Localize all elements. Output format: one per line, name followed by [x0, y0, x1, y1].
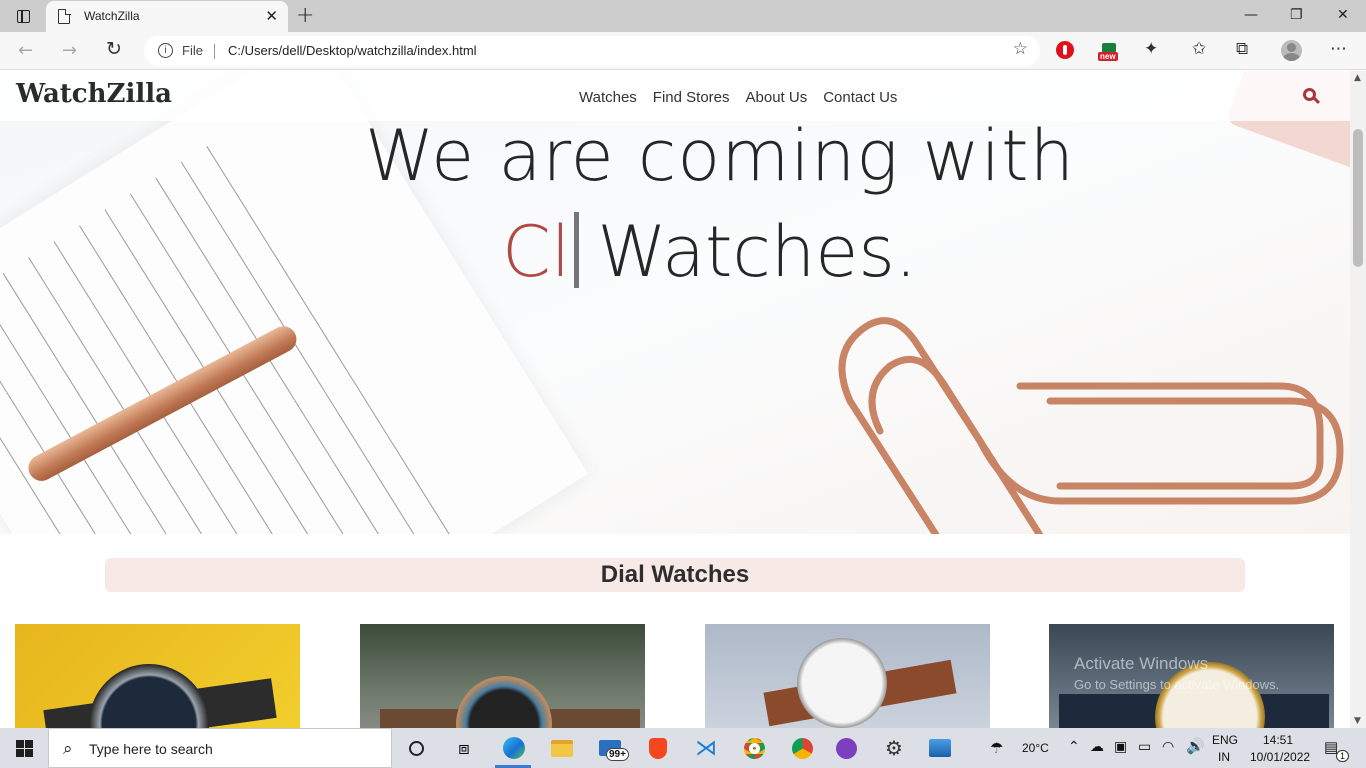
weather-temperature[interactable]: 20°C [1022, 741, 1049, 755]
activation-watermark-text: Go to Settings to activate Windows. [1074, 677, 1280, 692]
close-window-button[interactable]: ✕ [1337, 7, 1349, 23]
edge-browser-icon[interactable] [502, 736, 526, 760]
hero-heading-suffix: Watches. [597, 211, 918, 293]
input-language[interactable]: ENG [1212, 733, 1238, 747]
nav-menu: Watches Find Stores About Us Contact Us [579, 89, 897, 106]
url-input[interactable]: C:/Users/dell/Desktop/watchzilla/index.h… [228, 43, 477, 58]
file-explorer-icon[interactable] [550, 736, 574, 760]
page-icon [58, 8, 71, 24]
clock-time[interactable]: 14:51 [1263, 733, 1293, 747]
url-scheme-label: File [182, 43, 203, 58]
profile-avatar[interactable] [1281, 40, 1302, 61]
nav-link-contact-us[interactable]: Contact Us [823, 89, 897, 106]
weather-icon[interactable]: ☂ [990, 739, 1003, 757]
adblock-extension-icon[interactable] [1056, 41, 1074, 59]
battery-icon[interactable]: ▭ [1138, 738, 1151, 755]
taskbar-search-box[interactable]: ⌕ Type here to search [48, 728, 392, 768]
chrome-profile-icon[interactable] [790, 736, 814, 760]
search-icon: ⌕ [63, 739, 73, 759]
url-divider [214, 44, 215, 59]
extensions-puzzle-icon[interactable]: ✦ [1144, 39, 1158, 59]
github-desktop-icon[interactable] [834, 736, 858, 760]
more-menu-icon[interactable]: ⋯ [1330, 39, 1347, 59]
reload-icon[interactable]: ↻ [106, 38, 122, 60]
browser-tab[interactable]: WatchZilla ✕ [46, 1, 288, 32]
photos-icon[interactable] [928, 736, 952, 760]
typing-cursor [574, 212, 580, 288]
input-region[interactable]: IN [1218, 750, 1230, 764]
new-tab-button[interactable]: + [296, 3, 314, 28]
hero-heading-line2: Cl Watches. [502, 211, 917, 293]
page-viewport: WatchZilla Watches Find Stores About Us … [0, 71, 1350, 728]
top-navbar: WatchZilla Watches Find Stores About Us … [0, 71, 1350, 121]
task-view-icon[interactable]: ⧈ [452, 736, 476, 760]
brand-logo[interactable]: WatchZilla [16, 79, 172, 109]
tab-actions-icon[interactable] [12, 6, 34, 26]
forward-icon[interactable]: → [62, 40, 77, 61]
cortana-icon[interactable] [404, 736, 428, 760]
maximize-button[interactable]: ❐ [1290, 7, 1303, 23]
hero-heading-line1: We are coming with [365, 115, 1075, 197]
settings-gear-icon[interactable]: ⚙ [882, 736, 906, 760]
nav-link-watches[interactable]: Watches [579, 89, 637, 106]
nav-link-about-us[interactable]: About Us [746, 89, 808, 106]
tab-strip: WatchZilla ✕ + — ❐ ✕ [0, 0, 1366, 32]
show-hidden-icons-chevron-icon[interactable]: ⌃ [1068, 738, 1080, 755]
windows-taskbar: ⌕ Type here to search ⧈ 99+ ⋊ ⚙ ☂ 20°C ⌃… [0, 728, 1366, 768]
watch-card-2[interactable] [360, 624, 645, 728]
start-windows-icon[interactable] [16, 740, 33, 757]
nav-link-find-stores[interactable]: Find Stores [653, 89, 730, 106]
address-bar[interactable]: i File C:/Users/dell/Desktop/watchzilla/… [144, 36, 1040, 66]
brave-browser-icon[interactable] [646, 736, 670, 760]
info-icon[interactable]: i [158, 43, 173, 58]
onedrive-cloud-icon[interactable]: ☁ [1090, 738, 1104, 755]
volume-icon[interactable]: 🔊 [1186, 737, 1205, 755]
back-icon[interactable]: ← [18, 40, 33, 61]
vscode-icon[interactable]: ⋊ [694, 736, 718, 761]
tab-title: WatchZilla [84, 9, 140, 23]
hero-section: WatchZilla Watches Find Stores About Us … [0, 71, 1350, 534]
activation-watermark-title: Activate Windows [1074, 654, 1209, 673]
watch-card-3[interactable] [705, 624, 990, 728]
watch-card-4[interactable] [1049, 624, 1334, 728]
page-scrollbar[interactable]: ▲ ▼ [1350, 71, 1366, 728]
clock-date[interactable]: 10/01/2022 [1250, 750, 1310, 764]
tab-close-icon[interactable]: ✕ [265, 7, 278, 25]
scroll-up-arrow-icon[interactable]: ▲ [1354, 73, 1361, 83]
notification-count-badge: 1 [1336, 750, 1350, 762]
network-adapter-icon[interactable]: ▣ [1114, 738, 1127, 755]
favorites-icon[interactable]: ✩ [1192, 39, 1206, 59]
collections-icon[interactable]: ⧉ [1236, 39, 1248, 59]
taskbar-search-placeholder: Type here to search [89, 741, 213, 757]
section-title: Dial Watches [600, 561, 750, 588]
address-toolbar: ← → ↻ i File C:/Users/dell/Desktop/watch… [0, 32, 1366, 70]
section-header: Dial Watches [105, 558, 1245, 592]
typed-text: Cl [502, 211, 571, 293]
wifi-icon[interactable]: ◠ [1162, 738, 1174, 755]
extension-badge: new [1098, 52, 1118, 61]
new-extension-icon[interactable]: new [1098, 43, 1120, 65]
add-favorite-icon[interactable]: ☆ [1013, 39, 1028, 59]
chrome-icon[interactable] [742, 736, 766, 760]
mail-badge: 99+ [606, 748, 629, 761]
scroll-down-arrow-icon[interactable]: ▼ [1354, 716, 1361, 726]
watch-card-1[interactable] [15, 624, 300, 728]
scroll-thumb[interactable] [1353, 129, 1363, 267]
search-icon[interactable] [1303, 88, 1321, 106]
minimize-button[interactable]: — [1244, 7, 1258, 23]
paperclip-image [838, 317, 1344, 534]
